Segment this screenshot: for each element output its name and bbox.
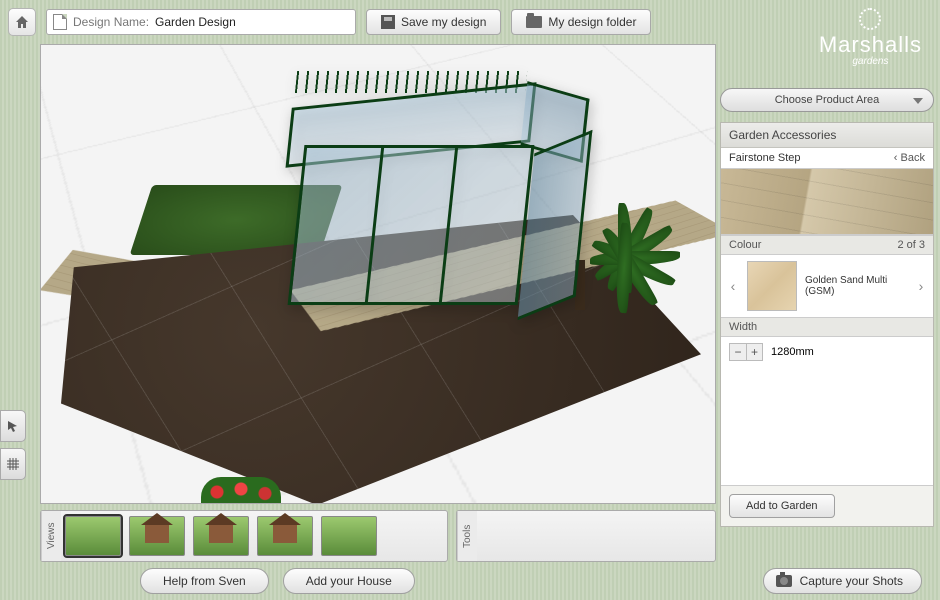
back-link[interactable]: ‹ Back [894, 152, 925, 164]
save-label: Save my design [401, 15, 486, 29]
category-header: Garden Accessories [721, 123, 933, 148]
add-to-garden-button[interactable]: Add to Garden [729, 494, 835, 518]
product-breadcrumb[interactable]: Fairstone Step ‹ Back [721, 148, 933, 169]
grid-icon [6, 457, 20, 471]
tools-panel: Tools [456, 510, 716, 562]
cursor-icon [6, 419, 20, 433]
chevron-left-icon: ‹ [894, 152, 901, 164]
view-thumb-front[interactable] [129, 516, 185, 556]
help-button[interactable]: Help from Sven [140, 568, 269, 594]
design-folder-button[interactable]: My design folder [511, 9, 651, 35]
viewport-3d[interactable] [40, 44, 716, 504]
home-button[interactable] [8, 8, 36, 36]
design-name-field[interactable]: Design Name: Garden Design [46, 9, 356, 35]
flower-bed [201, 477, 281, 503]
product-area-dropdown[interactable]: Choose Product Area [720, 88, 934, 112]
colour-next[interactable]: › [915, 278, 927, 294]
view-thumb-top[interactable] [65, 516, 121, 556]
colour-pager: 2 of 3 [897, 239, 925, 251]
brand-logo: Marshalls gardens [819, 8, 922, 67]
views-panel: Views [40, 510, 448, 562]
swatch-name: Golden Sand Multi (GSM) [805, 275, 907, 297]
grid-tool-tab[interactable] [0, 448, 26, 480]
colour-label: Colour [729, 239, 761, 251]
folder-icon [526, 16, 542, 28]
colour-prev[interactable]: ‹ [727, 278, 739, 294]
greenhouse [296, 75, 526, 305]
view-thumb-ground[interactable] [321, 516, 377, 556]
view-thumb-angle[interactable] [257, 516, 313, 556]
width-header: Width [721, 317, 933, 337]
colour-header: Colour 2 of 3 [721, 235, 933, 255]
product-panel: Garden Accessories Fairstone Step ‹ Back… [720, 122, 934, 527]
width-value: 1280mm [771, 346, 814, 358]
dropdown-label: Choose Product Area [775, 94, 880, 106]
tools-label: Tools [457, 511, 477, 561]
save-icon [381, 15, 395, 29]
design-name-label: Design Name: [73, 15, 149, 29]
home-icon [14, 14, 30, 30]
brand-name: Marshalls [819, 32, 922, 58]
brand-icon [859, 8, 881, 30]
category-title: Garden Accessories [729, 128, 836, 142]
width-decrease[interactable]: − [730, 344, 746, 360]
design-name-value: Garden Design [155, 15, 236, 29]
width-increase[interactable]: + [746, 344, 762, 360]
add-house-button[interactable]: Add your House [283, 568, 415, 594]
product-image [721, 169, 933, 235]
camera-icon [776, 575, 792, 587]
folder-label: My design folder [548, 15, 636, 29]
save-button[interactable]: Save my design [366, 9, 501, 35]
move-tool-tab[interactable] [0, 410, 26, 442]
views-label: Views [41, 511, 61, 561]
product-name: Fairstone Step [729, 152, 801, 164]
width-label: Width [729, 321, 757, 333]
width-stepper[interactable]: − + [729, 343, 763, 361]
view-thumb-side[interactable] [193, 516, 249, 556]
colour-swatch[interactable] [747, 261, 797, 311]
document-icon [53, 14, 67, 30]
capture-shots-button[interactable]: Capture your Shots [763, 568, 922, 594]
